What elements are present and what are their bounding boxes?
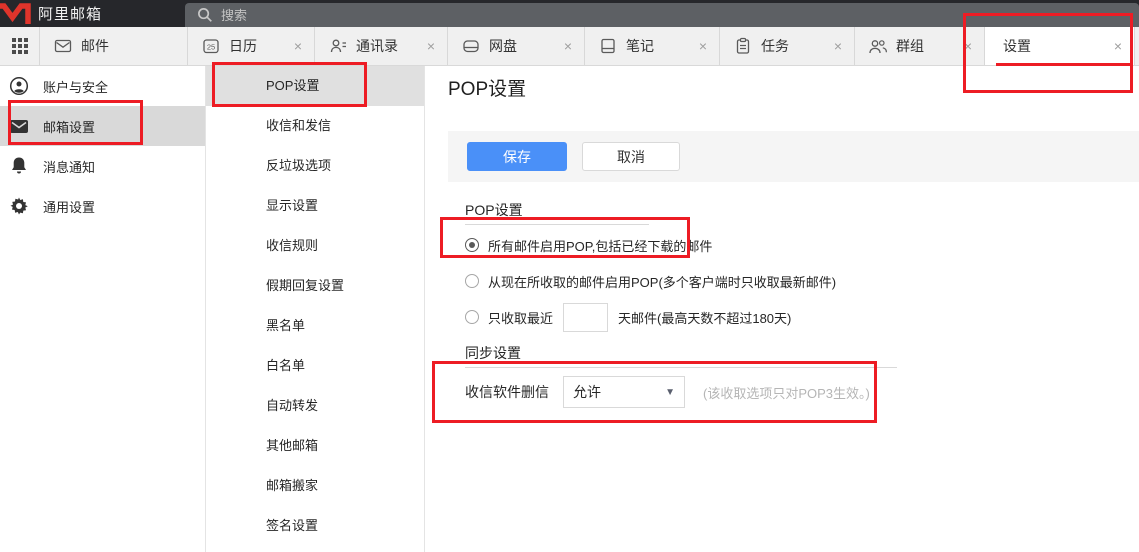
search-input[interactable] xyxy=(221,8,1139,23)
alimail-logo[interactable]: 阿里邮箱 xyxy=(0,0,102,27)
tab-drive[interactable]: 网盘 × xyxy=(448,27,585,65)
main-content: POP设置 保存 取消 POP设置 所有邮件启用POP,包括已经下载的邮件 从现… xyxy=(426,66,1139,552)
submenu-item-blacklist[interactable]: 黑名单 xyxy=(206,306,424,346)
tab-label: 群组 xyxy=(896,36,924,56)
tab-label: 邮件 xyxy=(81,36,109,56)
chevron-down-icon: ▼ xyxy=(665,387,675,398)
page-title: POP设置 xyxy=(448,74,526,101)
close-icon[interactable]: × xyxy=(423,38,439,54)
submenu-item-pop-settings[interactable]: POP设置 xyxy=(206,66,424,106)
radio-option-from-now[interactable]: 从现在所收取的邮件启用POP(多个客户端时只收取最新邮件) xyxy=(465,271,836,291)
tab-groups[interactable]: 群组 × xyxy=(855,27,985,65)
tab-settings[interactable]: 设置 × xyxy=(985,27,1135,65)
submenu-item-mail-rules[interactable]: 收信规则 xyxy=(206,226,424,266)
apps-grid-icon xyxy=(12,38,28,54)
brand-name: 阿里邮箱 xyxy=(38,3,102,24)
sidebar-item-notifications[interactable]: 消息通知 xyxy=(0,146,205,186)
dropdown-value: 允许 xyxy=(573,382,601,402)
svg-text:25: 25 xyxy=(207,42,215,51)
submenu-item-signature[interactable]: 签名设置 xyxy=(206,506,424,546)
sidebar-item-label: 账户与安全 xyxy=(43,77,108,96)
groups-icon xyxy=(868,36,888,56)
sidebar-item-account-security[interactable]: 账户与安全 xyxy=(0,66,205,106)
submenu-item-display[interactable]: 显示设置 xyxy=(206,186,424,226)
days-input[interactable] xyxy=(563,303,608,332)
gear-icon xyxy=(8,195,30,217)
contacts-icon xyxy=(328,36,348,56)
tab-label: 日历 xyxy=(229,36,257,56)
sidebar-item-mail-settings[interactable]: 邮箱设置 xyxy=(0,106,205,146)
submenu-item-antispam[interactable]: 反垃圾选项 xyxy=(206,146,424,186)
sidebar-item-general-settings[interactable]: 通用设置 xyxy=(0,186,205,226)
search-box[interactable] xyxy=(185,3,1139,27)
sync-section-title: 同步设置 xyxy=(465,343,897,368)
apps-grid-button[interactable] xyxy=(0,27,40,65)
delete-mail-label: 收信软件删信 xyxy=(465,382,549,402)
active-tab-indicator xyxy=(996,63,1130,66)
close-icon[interactable]: × xyxy=(695,38,711,54)
submenu-item-mailbox-move[interactable]: 邮箱搬家 xyxy=(206,466,424,506)
tab-mail[interactable]: 邮件 xyxy=(40,27,188,65)
radio-option-all-mail[interactable]: 所有邮件启用POP,包括已经下载的邮件 xyxy=(465,235,712,255)
tab-label: 网盘 xyxy=(489,36,517,56)
submenu-item-vacation-reply[interactable]: 假期回复设置 xyxy=(206,266,424,306)
close-icon[interactable]: × xyxy=(960,38,976,54)
radio-unselected-icon[interactable] xyxy=(465,310,479,324)
account-icon xyxy=(8,75,30,97)
submenu-item-send-receive[interactable]: 收信和发信 xyxy=(206,106,424,146)
cancel-button[interactable]: 取消 xyxy=(582,142,680,171)
radio-unselected-icon[interactable] xyxy=(465,274,479,288)
tab-label: 通讯录 xyxy=(356,36,398,56)
submenu-item-other-mailbox[interactable]: 其他邮箱 xyxy=(206,426,424,466)
radio-label-suffix: 天邮件(最高天数不超过180天) xyxy=(618,308,791,327)
search-icon xyxy=(197,7,213,23)
sidebar-item-label: 消息通知 xyxy=(43,157,95,176)
top-bar: 阿里邮箱 xyxy=(0,0,1139,27)
tab-label: 设置 xyxy=(1003,36,1031,56)
radio-option-recent-days[interactable]: 只收取最近 天邮件(最高天数不超过180天) xyxy=(465,302,791,332)
radio-label-prefix: 只收取最近 xyxy=(488,308,553,327)
radio-label: 从现在所收取的邮件启用POP(多个客户端时只收取最新邮件) xyxy=(488,272,836,291)
sidebar-item-label: 邮箱设置 xyxy=(43,117,95,136)
settings-sidebar: 账户与安全 邮箱设置 消息通知 通用设置 xyxy=(0,66,206,552)
tab-calendar[interactable]: 25 日历 × xyxy=(188,27,315,65)
alimail-logo-icon xyxy=(0,2,31,25)
pop3-hint-text: (该收取选项只对POP3生效。) xyxy=(703,383,870,402)
tab-tasks[interactable]: 任务 × xyxy=(720,27,855,65)
tab-bar: 邮件 25 日历 × 通讯录 × 网盘 × 笔记 × 任务 × xyxy=(0,27,1139,66)
radio-label: 所有邮件启用POP,包括已经下载的邮件 xyxy=(488,236,712,255)
close-icon[interactable]: × xyxy=(290,38,306,54)
submenu-item-auto-forward[interactable]: 自动转发 xyxy=(206,386,424,426)
tasks-icon xyxy=(733,36,753,56)
close-icon[interactable]: × xyxy=(830,38,846,54)
mail-settings-icon xyxy=(8,115,30,137)
mail-icon xyxy=(53,36,73,56)
tab-label: 笔记 xyxy=(626,36,654,56)
notes-icon xyxy=(598,36,618,56)
pop-section-title: POP设置 xyxy=(465,200,649,225)
close-icon[interactable]: × xyxy=(560,38,576,54)
tab-contacts[interactable]: 通讯录 × xyxy=(315,27,448,65)
tab-label: 任务 xyxy=(761,36,789,56)
mail-settings-submenu: POP设置 收信和发信 反垃圾选项 显示设置 收信规则 假期回复设置 黑名单 白… xyxy=(206,66,425,552)
sync-settings-row: 收信软件删信 允许 ▼ (该收取选项只对POP3生效。) xyxy=(465,375,870,409)
drive-icon xyxy=(461,36,481,56)
sidebar-item-label: 通用设置 xyxy=(43,197,95,216)
radio-selected-icon[interactable] xyxy=(465,238,479,252)
delete-mail-dropdown[interactable]: 允许 ▼ xyxy=(563,376,685,408)
save-button[interactable]: 保存 xyxy=(467,142,567,171)
bell-icon xyxy=(8,155,30,177)
tab-notes[interactable]: 笔记 × xyxy=(585,27,720,65)
calendar-icon: 25 xyxy=(201,36,221,56)
close-icon[interactable]: × xyxy=(1110,38,1126,54)
submenu-item-whitelist[interactable]: 白名单 xyxy=(206,346,424,386)
